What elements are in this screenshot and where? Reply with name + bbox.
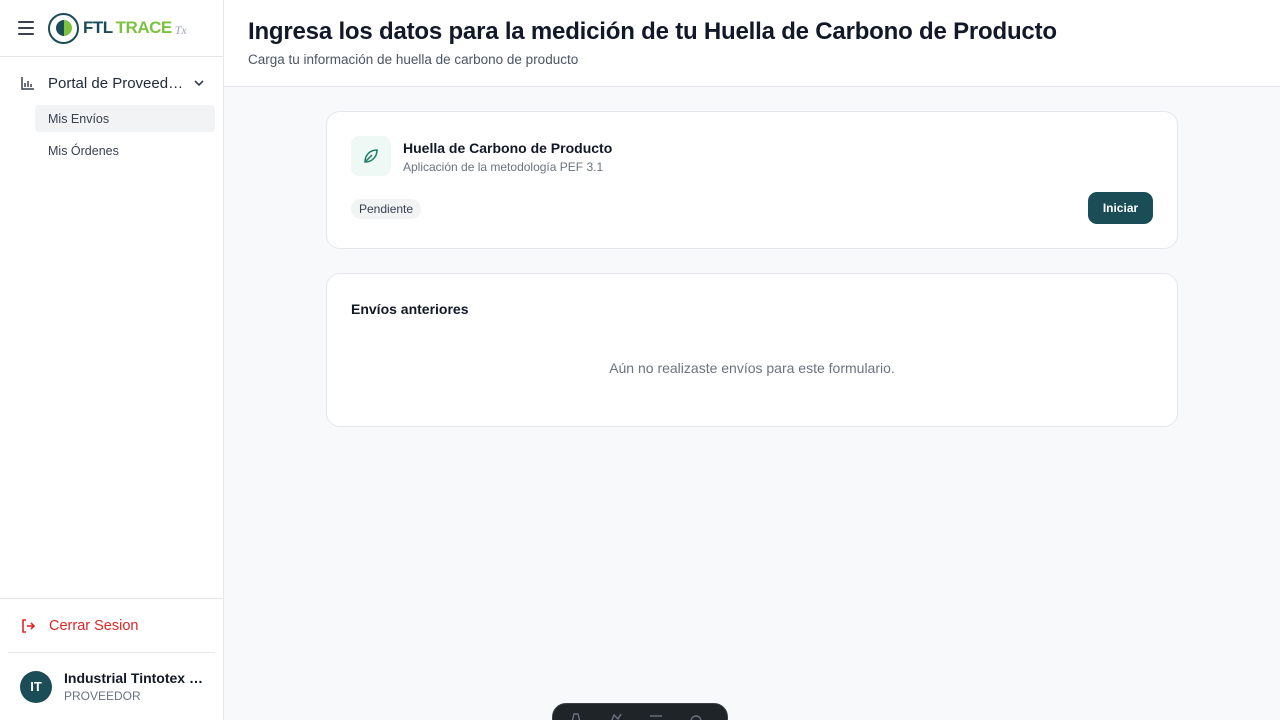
nav-group-label: Portal de Proveedor... [48, 74, 188, 92]
form-card-subtitle: Aplicación de la metodología PEF 3.1 [403, 160, 604, 174]
leaf-icon [351, 136, 391, 176]
form-card: Huella de Carbono de Producto Aplicación… [326, 111, 1178, 249]
toolbar-tool-2-icon[interactable] [609, 712, 623, 720]
user-name: Industrial Tintotex S... [64, 670, 206, 686]
empty-state-message: Aún no realizaste envíos para este formu… [609, 360, 895, 376]
page-title: Ingresa los datos para la medición de tu… [248, 18, 1057, 45]
sidebar-header: FTL TRACE Tx [0, 0, 223, 57]
bar-chart-icon [21, 77, 34, 90]
form-card-title: Huella de Carbono de Producto [403, 140, 613, 156]
sidebar: FTL TRACE Tx Portal de Proveedor... Mis … [0, 0, 224, 720]
sidebar-footer: Cerrar Sesion IT Industrial Tintotex S..… [0, 598, 223, 720]
logo-ftl-text: FTL [83, 18, 113, 37]
logo-tx-text: Tx [174, 22, 187, 37]
logo-mark-icon [48, 12, 79, 44]
toolbar-tool-1-icon[interactable] [569, 712, 583, 720]
logo[interactable]: FTL TRACE Tx [48, 12, 187, 44]
nav-group-supplier-portal[interactable]: Portal de Proveedor... [0, 70, 223, 96]
history-card: Envíos anteriores Aún no realizaste enví… [326, 273, 1178, 427]
logout-label: Cerrar Sesion [49, 617, 139, 634]
logout-button[interactable]: Cerrar Sesion [0, 598, 223, 652]
user-profile[interactable]: IT Industrial Tintotex S... PROVEEDOR [8, 652, 215, 720]
start-button[interactable]: Iniciar [1088, 192, 1153, 224]
status-badge: Pendiente [351, 199, 422, 219]
sidebar-item-mis-envios[interactable]: Mis Envíos [35, 105, 215, 132]
user-role: PROVEEDOR [64, 689, 141, 703]
page-subtitle: Carga tu información de huella de carbon… [248, 52, 579, 67]
avatar: IT [20, 670, 52, 703]
sidebar-item-mis-ordenes[interactable]: Mis Órdenes [35, 137, 215, 164]
chevron-down-icon[interactable] [192, 76, 206, 90]
toolbar-menu-icon[interactable] [649, 712, 663, 720]
page-header: Ingresa los datos para la medición de tu… [224, 0, 1280, 87]
logo-trace-text: TRACE [115, 18, 173, 37]
toolbar-settings-icon[interactable] [689, 712, 703, 720]
app-root: FTL TRACE Tx Portal de Proveedor... Mis … [0, 0, 1280, 720]
history-card-title: Envíos anteriores [351, 301, 469, 317]
logout-icon [22, 618, 36, 633]
floating-toolbar [552, 703, 728, 720]
menu-icon[interactable] [18, 21, 34, 35]
